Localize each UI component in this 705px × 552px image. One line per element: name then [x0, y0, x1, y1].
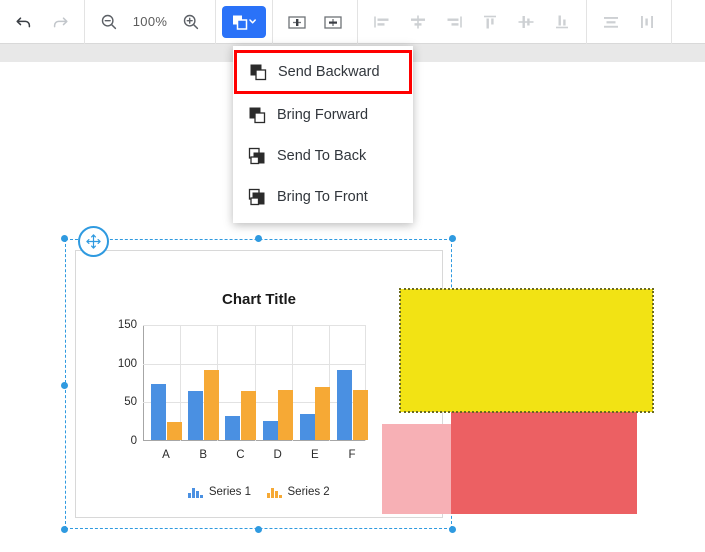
- menu-item-send-backward[interactable]: Send Backward: [234, 50, 412, 94]
- bar-series2-D: [278, 389, 294, 440]
- bar-series1-A: [151, 384, 166, 440]
- selection-handle-middle-left[interactable]: [61, 382, 68, 389]
- align-bottom-icon: [556, 15, 568, 28]
- bring-forward-icon: [247, 105, 267, 125]
- distribute-vertical-button[interactable]: [593, 5, 629, 39]
- y-tick-label: 150: [117, 319, 137, 331]
- yellow-rectangle-shape[interactable]: [399, 288, 654, 413]
- menu-item-bring-to-front[interactable]: Bring To Front: [233, 176, 413, 217]
- bar-series2-A: [166, 422, 182, 440]
- align-middle-button[interactable]: [508, 5, 544, 39]
- ungroup-button[interactable]: [315, 5, 351, 39]
- toolbar: 100%: [0, 0, 705, 44]
- bar-series2-F: [352, 389, 368, 440]
- zoom-in-button[interactable]: [173, 5, 209, 39]
- chart-plot-area: 0 50 100 150 A B C D E F: [118, 319, 368, 461]
- distribute-horizontal-button[interactable]: [629, 5, 665, 39]
- bar-series1-E: [299, 413, 315, 440]
- arrange-icon: [233, 15, 256, 30]
- align-center-button[interactable]: [400, 5, 436, 39]
- arrange-button[interactable]: [222, 5, 266, 38]
- send-backward-icon: [248, 62, 268, 82]
- x-tick-label: C: [236, 449, 245, 461]
- bring-to-front-icon: [247, 187, 267, 207]
- legend-entry-series2: Series 2: [267, 486, 330, 498]
- bar-chart-icon: [188, 487, 203, 498]
- align-left-button[interactable]: [364, 5, 400, 39]
- x-tick-label: E: [310, 449, 319, 461]
- align-center-icon: [411, 15, 425, 28]
- align-left-icon: [374, 16, 389, 27]
- arrange-group: [216, 0, 272, 44]
- bar-series1-B: [188, 390, 204, 440]
- legend-entry-series1: Series 1: [188, 486, 251, 498]
- menu-item-label: Bring Forward: [277, 106, 369, 123]
- redo-button[interactable]: [42, 5, 78, 39]
- zoom-out-icon: [101, 14, 117, 29]
- selection-handle-top-left[interactable]: [61, 235, 68, 242]
- selection-handle-bottom-center[interactable]: [255, 526, 262, 533]
- move-handle[interactable]: [78, 226, 109, 257]
- bar-series1-F: [337, 370, 352, 440]
- zoom-out-button[interactable]: [91, 5, 127, 39]
- bar-series1-C: [225, 416, 241, 440]
- align-bottom-button[interactable]: [544, 5, 580, 39]
- align-top-icon: [484, 15, 496, 28]
- align-right-icon: [447, 16, 462, 27]
- zoom-in-icon: [183, 14, 199, 29]
- undo-button[interactable]: [6, 5, 42, 39]
- menu-item-send-to-back[interactable]: Send To Back: [233, 135, 413, 176]
- y-tick-label: 100: [117, 357, 137, 370]
- legend-label: Series 1: [208, 486, 251, 498]
- send-to-back-icon: [247, 146, 267, 166]
- y-tick-label: 50: [124, 396, 137, 409]
- red-rectangle-shape[interactable]: [451, 412, 637, 514]
- menu-item-label: Bring To Front: [277, 188, 368, 205]
- y-tick-label: 0: [130, 435, 137, 447]
- legend-label: Series 2: [287, 486, 330, 498]
- group-ungroup-group: [273, 0, 357, 44]
- undo-icon: [16, 16, 31, 27]
- bar-series1-D: [262, 420, 278, 440]
- align-right-button[interactable]: [436, 5, 472, 39]
- bar-chart-icon: [267, 487, 282, 498]
- chart-title: Chart Title: [222, 291, 296, 308]
- align-middle-icon: [518, 15, 534, 28]
- menu-item-label: Send To Back: [277, 147, 367, 164]
- x-tick-label: F: [348, 449, 356, 461]
- ungroup-icon: [324, 15, 342, 29]
- align-top-button[interactable]: [472, 5, 508, 39]
- selection-handle-top-center[interactable]: [255, 235, 262, 242]
- zoom-level-label[interactable]: 100%: [127, 14, 173, 29]
- align-group: [358, 0, 586, 44]
- arrange-dropdown-menu: Send Backward Bring Forward Send To Back: [233, 46, 413, 223]
- bar-series2-C: [240, 390, 256, 440]
- distribute-vertical-icon: [604, 16, 618, 28]
- selection-handle-top-right[interactable]: [449, 235, 456, 242]
- menu-item-label: Send Backward: [278, 64, 380, 80]
- history-group: [0, 0, 84, 44]
- move-icon: [86, 234, 101, 249]
- menu-item-bring-forward[interactable]: Bring Forward: [233, 94, 413, 135]
- toolbar-separator-6: [671, 0, 672, 44]
- distribute-horizontal-icon: [641, 15, 653, 28]
- selection-handle-bottom-right[interactable]: [449, 526, 456, 533]
- selection-handle-bottom-left[interactable]: [61, 526, 68, 533]
- redo-icon: [53, 16, 68, 27]
- distribute-group: [587, 0, 671, 44]
- bar-series2-E: [315, 387, 331, 440]
- zoom-group: 100%: [85, 0, 215, 44]
- x-tick-label: D: [273, 449, 282, 461]
- x-tick-label: B: [199, 449, 208, 461]
- group-icon: [288, 15, 306, 29]
- bar-series2-B: [203, 369, 219, 440]
- x-tick-label: A: [162, 449, 170, 461]
- group-button[interactable]: [279, 5, 315, 39]
